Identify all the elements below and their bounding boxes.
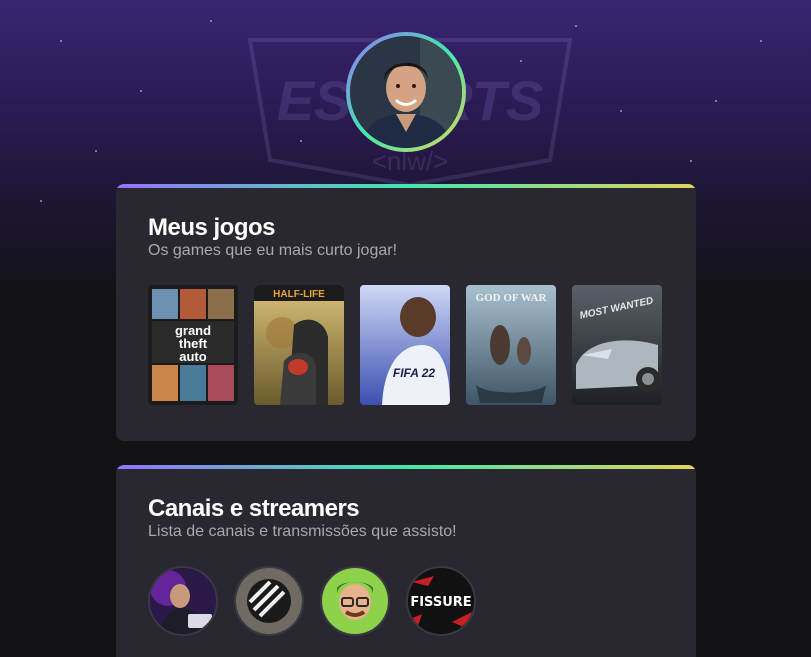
streamer-avatar-1[interactable]	[148, 566, 218, 636]
profile-avatar[interactable]	[346, 32, 466, 152]
game-cover-fifa-22[interactable]: FIFA 22	[360, 285, 450, 405]
streamers-title: Canais e streamers	[148, 495, 360, 522]
cs-cover-text: HALF-LIFE	[273, 289, 325, 300]
game-cover-god-of-war[interactable]: GOD OF WAR	[466, 285, 556, 405]
streamer-avatar-2[interactable]	[234, 566, 304, 636]
game-cover-counter-strike[interactable]: HALF-LIFE	[254, 285, 344, 405]
games-card: Meus jogos Os games que eu mais curto jo…	[116, 184, 696, 441]
fifa-cover-text: FIFA 22	[393, 366, 436, 380]
gta-cover-line-3: auto	[179, 349, 207, 364]
games-subtitle: Os games que eu mais curto jogar!	[148, 242, 398, 259]
gow-cover-text: GOD OF WAR	[476, 292, 548, 304]
games-list: grand theft auto HALF-LIFE FIFA 22 GOD O…	[148, 285, 662, 405]
game-cover-gta-v[interactable]: grand theft auto	[148, 285, 238, 405]
streamer-avatar-3[interactable]	[320, 566, 390, 636]
streamers-list: FISSURE	[148, 566, 476, 636]
avatar-photo	[350, 36, 462, 148]
games-title: Meus jogos	[148, 214, 276, 241]
streamers-subtitle: Lista de canais e transmissões que assis…	[148, 523, 457, 540]
streamers-card: Canais e streamers Lista de canais e tra…	[116, 465, 696, 657]
fissure-label: FISSURE	[410, 595, 472, 610]
streamer-avatar-fissure[interactable]: FISSURE	[406, 566, 476, 636]
game-cover-need-for-speed[interactable]: MOST WANTED	[572, 285, 662, 405]
